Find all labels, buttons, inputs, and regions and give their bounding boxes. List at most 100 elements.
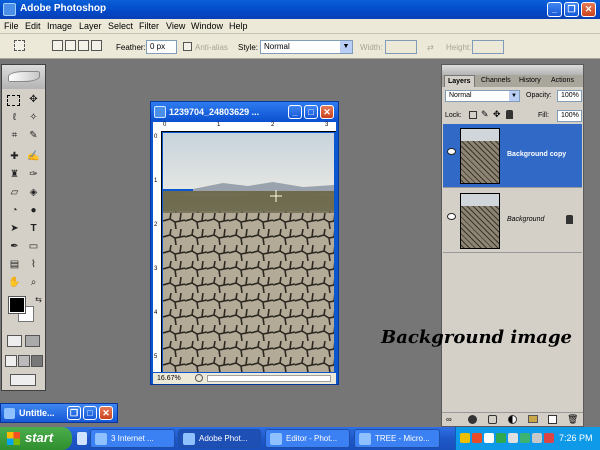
screen-mode-full-icon[interactable]	[31, 355, 43, 367]
foreground-color-swatch[interactable]	[8, 296, 26, 314]
style-select[interactable]: Normal ▼	[260, 40, 353, 54]
paint-bucket-icon[interactable]: ◈	[26, 186, 41, 200]
tray-icon[interactable]	[532, 433, 542, 443]
clone-stamp-icon[interactable]: ♜	[7, 168, 22, 182]
close-icon[interactable]: ✕	[581, 2, 596, 17]
screen-mode-full-menu-icon[interactable]	[18, 355, 30, 367]
marquee-preset-icon[interactable]	[14, 40, 25, 51]
shape-tool-icon[interactable]: ▭	[26, 240, 41, 254]
marquee-tool-icon[interactable]	[7, 95, 20, 106]
tab-channels[interactable]: Channels	[478, 75, 514, 87]
zoom-level[interactable]: 16.67%	[157, 375, 181, 382]
adjustment-layer-icon[interactable]	[508, 415, 517, 424]
restore-icon[interactable]: ❐	[67, 406, 81, 420]
tab-layers[interactable]: Layers	[444, 75, 475, 87]
pen-tool-icon[interactable]: ✒	[7, 240, 22, 254]
network-icon[interactable]	[520, 433, 530, 443]
eye-icon[interactable]	[447, 213, 456, 220]
horizontal-scrollbar[interactable]	[207, 375, 331, 382]
taskbar-button-photoshop[interactable]: Adobe Phot...	[178, 429, 261, 448]
magic-wand-icon[interactable]: ✧	[26, 111, 41, 125]
tab-history[interactable]: History	[516, 75, 544, 87]
opacity-input[interactable]: 100%	[557, 90, 582, 102]
move-tool-icon[interactable]: ✥	[26, 93, 41, 107]
document-canvas[interactable]	[163, 133, 334, 372]
maximize-icon[interactable]: □	[83, 406, 97, 420]
quick-launch-icon[interactable]	[77, 432, 87, 445]
menu-layer[interactable]: Layer	[79, 21, 102, 31]
taskbar-button-editor[interactable]: Editor - Phot...	[265, 429, 350, 448]
link-layers-icon[interactable]: ∞	[446, 415, 452, 424]
speaker-icon[interactable]	[508, 433, 518, 443]
zoom-tool-icon[interactable]: ⌕	[26, 276, 41, 290]
brush-tool-icon[interactable]: ✍	[26, 150, 41, 164]
screen-mode-standard-icon[interactable]	[5, 355, 17, 367]
new-layer-icon[interactable]	[548, 415, 557, 424]
type-tool-icon[interactable]: T	[26, 222, 41, 236]
new-group-icon[interactable]	[528, 415, 538, 423]
eye-icon[interactable]	[447, 148, 456, 155]
minimize-icon[interactable]: _	[547, 2, 562, 17]
layer-style-icon[interactable]	[468, 415, 477, 424]
fill-input[interactable]: 100%	[557, 110, 582, 122]
lock-transparency-icon[interactable]	[469, 111, 477, 119]
minimized-document-window[interactable]: Untitle... ❐ □ ✕	[0, 403, 118, 423]
tray-icon[interactable]	[484, 433, 494, 443]
dodge-tool-icon[interactable]: ●	[26, 204, 41, 218]
add-selection-icon[interactable]	[65, 40, 76, 51]
panel-header[interactable]	[442, 65, 583, 75]
jump-to-imageready-icon[interactable]	[10, 374, 36, 386]
tab-actions[interactable]: Actions	[548, 75, 577, 87]
path-select-icon[interactable]: ➤	[7, 222, 22, 236]
menu-view[interactable]: View	[166, 21, 185, 31]
antialias-checkbox[interactable]	[183, 42, 192, 51]
menu-help[interactable]: Help	[229, 21, 248, 31]
healing-brush-icon[interactable]: ✚	[7, 150, 22, 164]
taskbar-button-tree[interactable]: TREE - Micro...	[354, 429, 440, 448]
new-selection-icon[interactable]	[52, 40, 63, 51]
history-brush-icon[interactable]: ✑	[26, 168, 41, 182]
eyedropper-icon[interactable]: ⌇	[26, 258, 41, 272]
restore-icon[interactable]: ❐	[564, 2, 579, 17]
trash-icon[interactable]: 🗑	[567, 414, 578, 425]
notes-tool-icon[interactable]: ▤	[7, 258, 22, 272]
standard-mode-icon[interactable]	[7, 335, 22, 347]
doc-close-icon[interactable]: ✕	[320, 105, 334, 119]
blur-tool-icon[interactable]: ◔	[7, 204, 22, 218]
width-input[interactable]	[385, 40, 417, 54]
menu-select[interactable]: Select	[108, 21, 133, 31]
height-input[interactable]	[472, 40, 504, 54]
tray-icon[interactable]	[460, 433, 470, 443]
menu-window[interactable]: Window	[191, 21, 223, 31]
crop-tool-icon[interactable]: ⌗	[7, 129, 22, 143]
clock[interactable]: 7:26 PM	[559, 433, 593, 443]
lock-all-icon[interactable]	[506, 110, 513, 119]
blend-mode-select[interactable]: Normal ▼	[445, 90, 520, 102]
slice-tool-icon[interactable]: ✎	[26, 129, 41, 143]
ruler-origin[interactable]	[153, 122, 161, 132]
add-mask-icon[interactable]	[488, 415, 497, 424]
taskbar-button-internet[interactable]: 3 Internet ...	[90, 429, 175, 448]
lock-position-icon[interactable]: ✥	[493, 109, 501, 120]
menu-filter[interactable]: Filter	[139, 21, 159, 31]
doc-minimize-icon[interactable]: _	[288, 105, 302, 119]
lock-pixels-icon[interactable]: ✎	[481, 109, 489, 120]
eraser-tool-icon[interactable]: ▱	[7, 186, 22, 200]
hand-tool-icon[interactable]: ✋	[7, 276, 22, 290]
document-title-bar[interactable]: 1239704_24803629 ... _ □ ✕	[151, 102, 338, 122]
menu-image[interactable]: Image	[47, 21, 72, 31]
swap-icon[interactable]: ⇄	[427, 43, 434, 52]
toolbox-header[interactable]	[2, 65, 45, 89]
feather-input[interactable]: 0 px	[146, 40, 177, 54]
tray-icon[interactable]	[472, 433, 482, 443]
quick-mask-icon[interactable]	[25, 335, 40, 347]
start-button[interactable]: start	[0, 427, 72, 450]
menu-file[interactable]: File	[4, 21, 19, 31]
doc-maximize-icon[interactable]: □	[304, 105, 318, 119]
layer-row-background-copy[interactable]: Background copy	[443, 124, 582, 188]
close-icon[interactable]: ✕	[99, 406, 113, 420]
layer-row-background[interactable]: Background	[443, 189, 582, 253]
menu-edit[interactable]: Edit	[25, 21, 41, 31]
status-info-icon[interactable]	[195, 374, 203, 382]
subtract-selection-icon[interactable]	[78, 40, 89, 51]
